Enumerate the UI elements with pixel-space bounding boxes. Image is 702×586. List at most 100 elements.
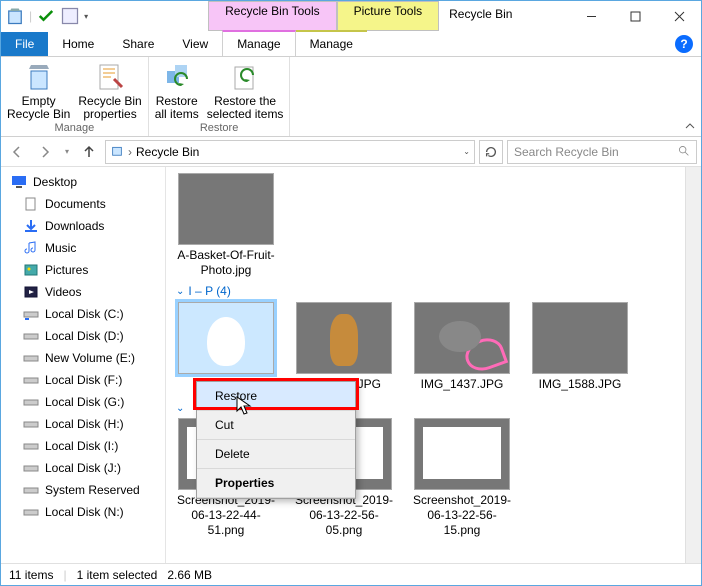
nav-back-button[interactable] [5,140,29,164]
cursor-icon [236,396,254,416]
file-item[interactable]: IMG_1437.JPG [412,302,512,392]
nav-forward-button[interactable] [33,140,57,164]
drive-icon [23,372,39,388]
recycle-bin-icon [110,143,124,160]
thumbnail [178,173,274,245]
empty-recycle-bin-button[interactable]: Empty Recycle Bin [7,59,70,121]
drive-icon [23,504,39,520]
collapse-ribbon-button[interactable] [679,57,701,136]
sidebar-item-local-disk-n[interactable]: Local Disk (N:) [1,501,165,523]
close-button[interactable] [657,1,701,31]
file-item[interactable]: IMG_1588.JPG [530,302,630,392]
drive-icon [23,460,39,476]
drive-icon [23,328,39,344]
sidebar-item-local-disk-f[interactable]: Local Disk (F:) [1,369,165,391]
music-icon [23,240,39,256]
vertical-scrollbar[interactable] [685,167,701,563]
recycle-bin-properties-button[interactable]: Recycle Bin properties [78,59,141,121]
context-menu-properties[interactable]: Properties [197,469,355,498]
drive-icon [23,416,39,432]
sidebar-item-local-disk-j[interactable]: Local Disk (J:) [1,457,165,479]
empty-bin-icon [23,61,55,93]
sidebar-item-pictures[interactable]: Pictures [1,259,165,281]
restore-selected-button[interactable]: Restore the selected items [207,59,284,121]
file-name: IMG_1588.JPG [539,377,622,391]
ribbon-group-restore: Restore [200,122,239,134]
sidebar-item-music[interactable]: Music [1,237,165,259]
sidebar-item-local-disk-i[interactable]: Local Disk (I:) [1,435,165,457]
share-tab[interactable]: Share [108,32,168,56]
context-menu-delete[interactable]: Delete [197,440,355,469]
thumbnail [414,418,510,490]
search-placeholder: Search Recycle Bin [514,145,619,159]
recycle-bin-tools-tab[interactable]: Recycle Bin Tools [208,1,337,31]
sidebar-item-downloads[interactable]: Downloads [1,215,165,237]
restore-all-icon [161,61,193,93]
file-item[interactable]: 02.JPG [294,302,394,392]
file-name: Screenshot_2019-06-13-22-56-15.png [413,493,511,537]
thumbnail [532,302,628,374]
minimize-button[interactable] [569,1,613,31]
file-item[interactable]: Screenshot_2019-06-13-22-56-15.png [412,418,512,539]
thumbnail [414,302,510,374]
address-bar[interactable]: › Recycle Bin ⌄ [105,140,475,164]
context-menu-restore[interactable]: Restore [197,382,355,411]
group-header-i-p[interactable]: ⌄I – P (4) [176,278,675,302]
recycle-bin-icon [5,6,25,26]
drive-icon [23,482,39,498]
restore-all-button[interactable]: Restore all items [155,59,199,121]
file-name: Screenshot_2019-06-13-22-56-05.png [295,493,393,537]
address-dropdown[interactable]: ⌄ [463,147,470,156]
status-selected-count: 1 item selected [77,568,158,582]
chevron-down-icon: ⌄ [176,403,184,414]
sidebar-item-new-volume-e[interactable]: New Volume (E:) [1,347,165,369]
thumbnail [178,302,274,374]
file-item[interactable]: A-Basket-Of-Fruit-Photo.jpg [176,173,276,278]
properties-icon [94,61,126,93]
videos-icon [23,284,39,300]
check-icon[interactable] [36,6,56,26]
context-menu-cut[interactable]: Cut [197,411,355,440]
ribbon-group-manage: Manage [54,122,94,134]
context-menu: Restore Cut Delete Properties [196,381,356,499]
picture-tools-tab[interactable]: Picture Tools [337,1,439,31]
manage-picture-tab[interactable]: Manage [296,30,367,56]
drive-icon [23,394,39,410]
file-name: Screenshot_2019-06-13-22-44-51.png [177,493,275,537]
drive-icon [23,350,39,366]
chevron-right-icon[interactable]: › [128,145,132,159]
pictures-icon [23,262,39,278]
breadcrumb-recycle-bin[interactable]: Recycle Bin [136,145,199,159]
sidebar-item-local-disk-g[interactable]: Local Disk (G:) [1,391,165,413]
nav-up-button[interactable] [77,140,101,164]
sidebar-item-videos[interactable]: Videos [1,281,165,303]
home-tab[interactable]: Home [48,32,108,56]
thumbnail [296,302,392,374]
drive-icon [23,438,39,454]
sidebar-item-local-disk-h[interactable]: Local Disk (H:) [1,413,165,435]
sidebar-item-local-disk-c[interactable]: Local Disk (C:) [1,303,165,325]
sidebar-item-documents[interactable]: Documents [1,193,165,215]
help-icon[interactable]: ? [675,35,693,53]
file-item[interactable] [176,302,276,392]
window-title: Recycle Bin [439,1,569,31]
maximize-button[interactable] [613,1,657,31]
sidebar-item-local-disk-d[interactable]: Local Disk (D:) [1,325,165,347]
properties-icon[interactable] [60,6,80,26]
file-list[interactable]: A-Basket-Of-Fruit-Photo.jpg ⌄I – P (4) 0… [166,167,685,563]
qat-dropdown-icon[interactable]: ▾ [84,12,88,21]
search-input[interactable]: Search Recycle Bin [507,140,697,164]
refresh-button[interactable] [479,140,503,164]
sidebar-item-desktop[interactable]: Desktop [1,171,165,193]
downloads-icon [23,218,39,234]
sidebar-item-system-reserved[interactable]: System Reserved [1,479,165,501]
file-tab[interactable]: File [1,32,48,56]
search-icon [677,144,690,160]
file-name: A-Basket-Of-Fruit-Photo.jpg [177,248,274,277]
manage-recycle-tab[interactable]: Manage [222,30,295,56]
file-name: IMG_1437.JPG [421,377,504,391]
view-tab[interactable]: View [168,32,222,56]
navigation-pane[interactable]: Desktop Documents Downloads Music Pictur… [1,167,166,563]
nav-recent-dropdown[interactable]: ▾ [61,140,73,164]
drive-icon [23,306,39,322]
